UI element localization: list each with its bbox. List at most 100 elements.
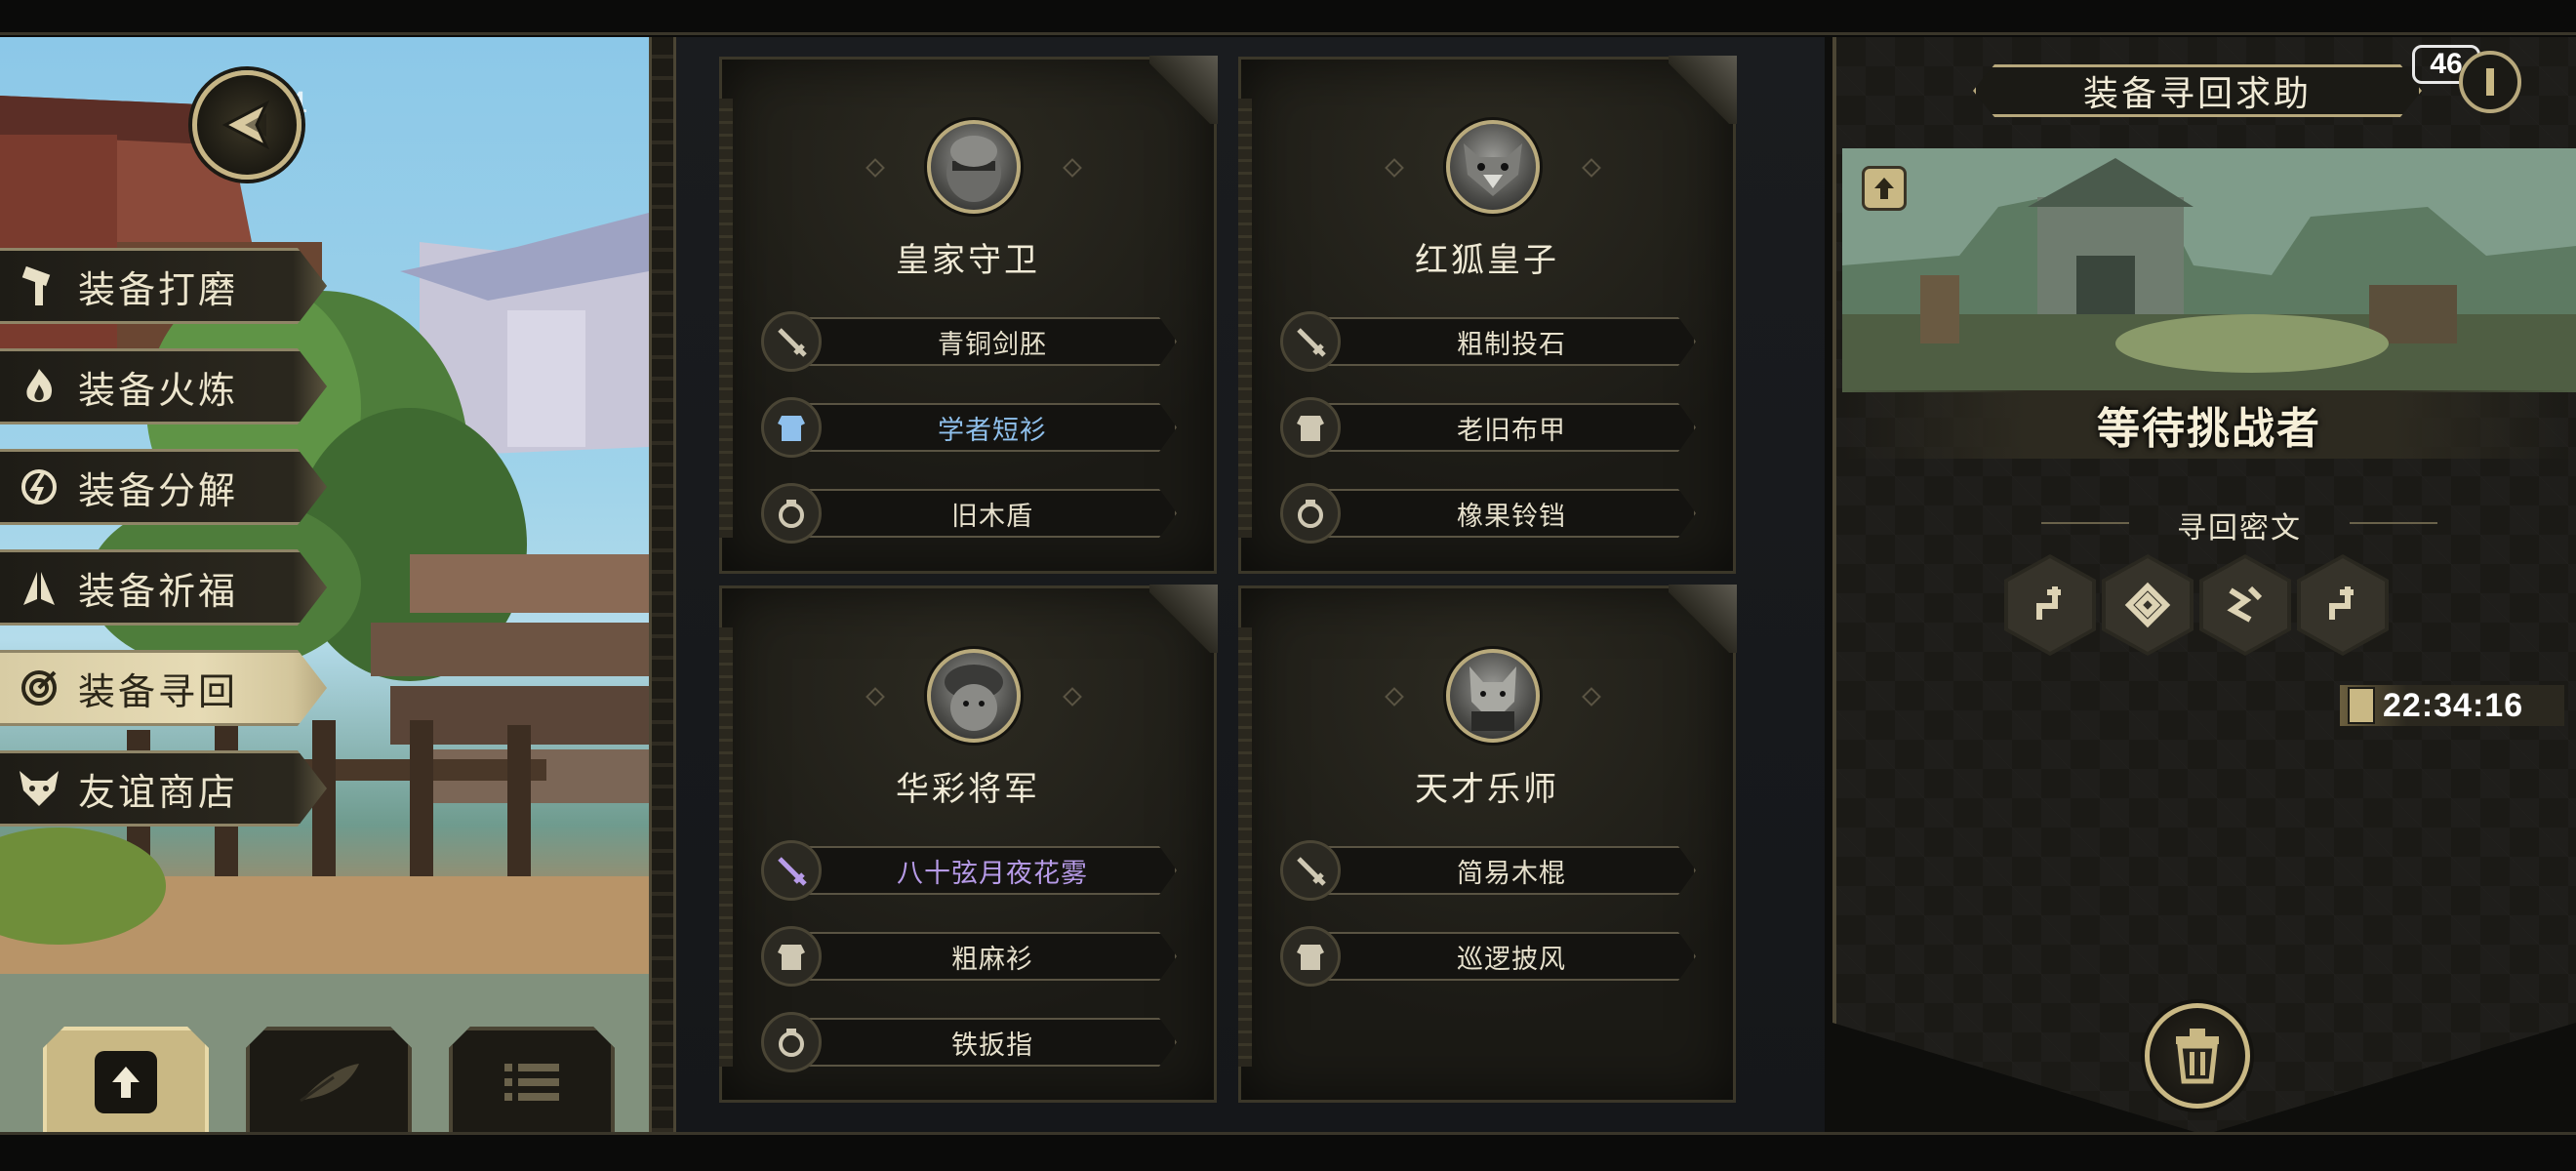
equipment-slot[interactable]: 学者短衫	[761, 397, 1190, 458]
ruins-scene-art	[1842, 148, 2576, 392]
sword-icon	[1280, 311, 1341, 372]
rune-4-icon	[2329, 586, 2354, 620]
panel-title: 装备寻回求助	[2082, 74, 2312, 114]
countdown-timer: 22:34:16	[2340, 685, 2564, 726]
list-icon	[504, 1064, 559, 1101]
panel-title-bar: 装备寻回求助	[1973, 64, 2422, 117]
stage-upload-button[interactable]	[1862, 166, 1907, 211]
equipment-name: 旧木盾	[951, 501, 1033, 532]
armor-icon	[1280, 926, 1341, 987]
character-card[interactable]: 天才乐师 简易木棍 巡逻披风	[1238, 585, 1737, 1103]
prayer-hands-icon	[0, 549, 78, 626]
upload-icon	[95, 1051, 157, 1113]
rune-slot[interactable]	[2102, 554, 2194, 656]
musician-portrait	[1446, 649, 1540, 743]
equipment-slot[interactable]: 橡果铃铛	[1280, 483, 1710, 544]
equipment-slot[interactable]: 巡逻披风	[1280, 926, 1710, 987]
equipment-name: 青铜剑胚	[938, 329, 1047, 360]
dismantle-icon	[0, 449, 78, 525]
equipment-slot[interactable]: 铁扳指	[761, 1012, 1190, 1072]
target-icon	[0, 650, 78, 726]
back-arrow-icon	[221, 100, 270, 150]
equipment-name: 学者短衫	[938, 415, 1047, 446]
delete-button[interactable]	[2145, 1003, 2250, 1109]
info-icon	[2486, 68, 2494, 96]
sword-icon	[761, 311, 822, 372]
character-card[interactable]: 华彩将军 八十弦月夜花雾 粗麻衫 铁扳指	[719, 585, 1218, 1103]
menu-item-shop[interactable]: 友谊商店	[0, 750, 327, 827]
equipment-name: 粗制投石	[1457, 329, 1566, 360]
character-name: 皇家守卫	[896, 241, 1040, 280]
equipment-slot[interactable]: 简易木棍	[1280, 840, 1710, 901]
ring-icon	[761, 1012, 822, 1072]
rune-1-icon	[2036, 586, 2061, 620]
menu-label: 装备火炼	[78, 368, 239, 412]
side-menu: 装备打磨 装备火炼 装备分解 装备祈福 装备寻回 友谊商店	[0, 248, 332, 851]
upload-button[interactable]	[43, 1027, 209, 1134]
menu-label: 装备寻回	[78, 669, 239, 713]
rune-slot[interactable]	[2199, 554, 2291, 656]
menu-item-dismantle[interactable]: 装备分解	[0, 449, 327, 525]
menu-label: 友谊商店	[78, 770, 239, 814]
fox-head-icon	[0, 750, 78, 827]
timer-text: 22:34:16	[2383, 686, 2524, 724]
back-button[interactable]	[192, 70, 302, 180]
status-banner: 等待挑战者	[1842, 390, 2576, 459]
equipment-name: 八十弦月夜花雾	[897, 858, 1088, 889]
royal-guard-portrait	[927, 120, 1021, 214]
card-grid: 皇家守卫 青铜剑胚 学者短衫 旧木盾 红狐皇子 粗制投石 老旧布甲 橡果铃铛 华…	[676, 37, 1825, 1132]
sword-icon	[1280, 840, 1341, 901]
menu-label: 装备打磨	[78, 267, 239, 311]
menu-item-blessing[interactable]: 装备祈福	[0, 549, 327, 626]
armor-icon	[761, 926, 822, 987]
list-button[interactable]	[449, 1027, 615, 1134]
menu-item-forge[interactable]: 装备火炼	[0, 348, 327, 424]
character-name: 红狐皇子	[1415, 241, 1559, 280]
menu-item-retrieve[interactable]: 装备寻回	[0, 650, 327, 726]
info-button[interactable]	[2459, 51, 2521, 113]
status-text: 等待挑战者	[2097, 404, 2321, 454]
menu-item-polish[interactable]: 装备打磨	[0, 248, 327, 324]
equipment-name: 橡果铃铛	[1457, 501, 1566, 532]
equipment-name: 巡逻披风	[1457, 944, 1566, 975]
equipment-name: 铁扳指	[951, 1030, 1033, 1061]
bottom-button-group	[43, 1027, 628, 1134]
armor-icon	[761, 397, 822, 458]
character-card[interactable]: 皇家守卫 青铜剑胚 学者短衫 旧木盾	[719, 56, 1218, 574]
equipment-name: 简易木棍	[1457, 858, 1566, 889]
rune-slots	[2004, 554, 2391, 656]
trash-icon	[2176, 1029, 2219, 1084]
red-fox-prince-portrait	[1446, 120, 1540, 214]
ring-icon	[761, 483, 822, 544]
equipment-slot[interactable]: 青铜剑胚	[761, 311, 1190, 372]
character-name: 天才乐师	[1415, 770, 1559, 809]
character-card[interactable]: 红狐皇子 粗制投石 老旧布甲 橡果铃铛	[1238, 56, 1737, 574]
feather-icon	[300, 1064, 359, 1103]
feather-button[interactable]	[246, 1027, 412, 1134]
rune-2-icon	[2124, 582, 2171, 628]
equipment-name: 粗麻衫	[951, 944, 1033, 975]
equipment-slot[interactable]: 旧木盾	[761, 483, 1190, 544]
menu-label: 装备祈福	[78, 569, 239, 613]
menu-label: 装备分解	[78, 468, 239, 512]
flame-icon	[0, 348, 78, 424]
general-portrait	[927, 649, 1021, 743]
hourglass-icon	[2348, 687, 2375, 724]
equipment-slot[interactable]: 粗麻衫	[761, 926, 1190, 987]
rune-slot[interactable]	[2297, 554, 2389, 656]
equipment-slot[interactable]: 粗制投石	[1280, 311, 1710, 372]
hammer-icon	[0, 248, 78, 324]
rune-title: 寻回密文	[2177, 511, 2302, 545]
upload-icon	[1874, 178, 1894, 199]
rune-3-icon	[2227, 586, 2263, 623]
equipment-slot[interactable]: 老旧布甲	[1280, 397, 1710, 458]
panel-divider	[649, 37, 676, 1132]
armor-icon	[1280, 397, 1341, 458]
equipment-name: 老旧布甲	[1457, 415, 1566, 446]
bottom-bar	[0, 1132, 2576, 1171]
ring-icon	[1280, 483, 1341, 544]
top-bar	[0, 0, 2576, 35]
equipment-slot[interactable]: 八十弦月夜花雾	[761, 840, 1190, 901]
rune-slot[interactable]	[2004, 554, 2096, 656]
character-name: 华彩将军	[896, 770, 1040, 809]
